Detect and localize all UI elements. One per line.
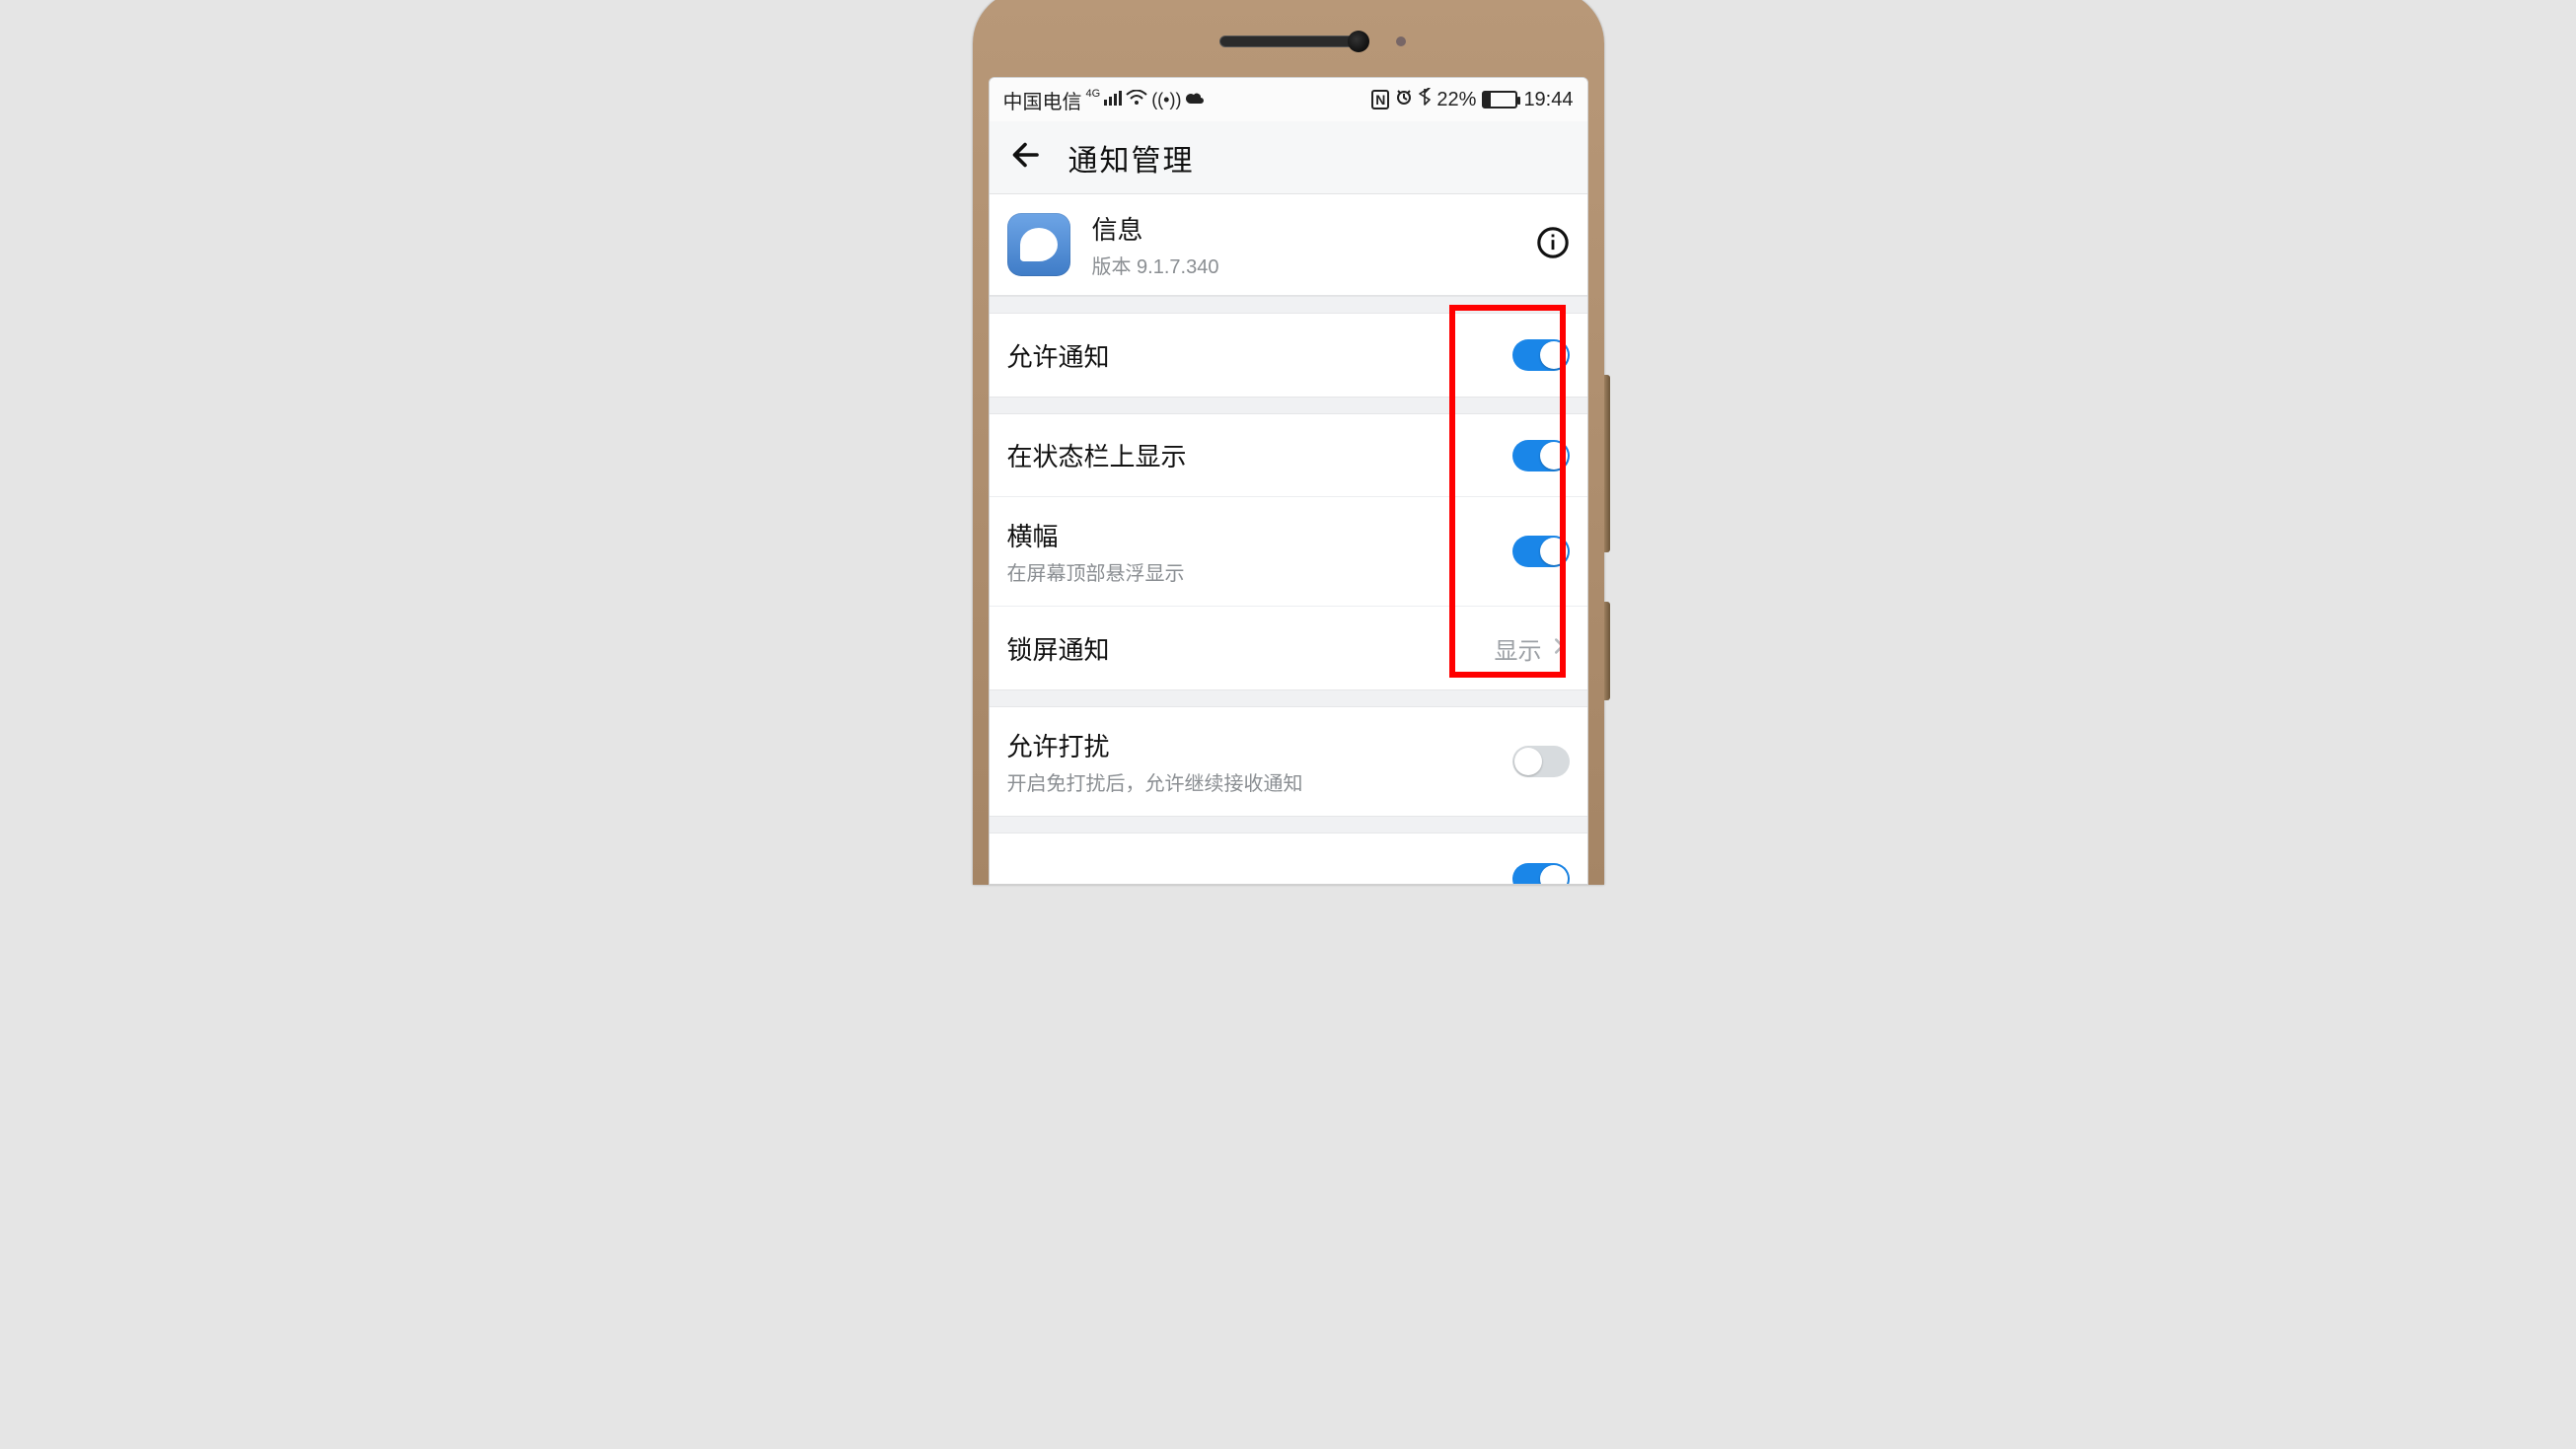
front-camera xyxy=(1348,31,1369,52)
bluetooth-icon xyxy=(1419,88,1431,111)
row-allow-disturb[interactable]: 允许打扰 开启免打扰后，允许继续接收通知 xyxy=(990,707,1587,816)
phone-frame: 中国电信 4G ((•)) N xyxy=(973,0,1604,885)
clock: 19:44 xyxy=(1523,89,1573,111)
banner-label: 横幅 xyxy=(1007,517,1512,553)
row-banner[interactable]: 横幅 在屏幕顶部悬浮显示 xyxy=(990,497,1587,607)
section-gap xyxy=(990,816,1587,833)
wifi-icon xyxy=(1126,89,1147,111)
sensor-dot xyxy=(1396,36,1406,46)
carrier-label: 中国电信 xyxy=(1003,86,1082,114)
page-title: 通知管理 xyxy=(1068,136,1195,180)
alarm-icon xyxy=(1395,88,1413,111)
nfc-icon: N xyxy=(1371,90,1389,109)
section-gap xyxy=(990,689,1587,707)
network-badge: 4G xyxy=(1086,88,1101,100)
status-bar-toggle[interactable] xyxy=(1512,440,1570,471)
row-allow-notifications[interactable]: 允许通知 xyxy=(990,314,1587,397)
lockscreen-label: 锁屏通知 xyxy=(1007,630,1495,667)
row-lockscreen[interactable]: 锁屏通知 显示 xyxy=(990,607,1587,689)
appbar: 通知管理 xyxy=(990,121,1587,194)
volume-button xyxy=(1604,375,1610,552)
allow-disturb-label: 允许打扰 xyxy=(1007,727,1512,763)
power-button xyxy=(1604,602,1610,700)
row-partial[interactable]: x xyxy=(990,833,1587,884)
section-gap xyxy=(990,397,1587,414)
app-header-row[interactable]: 信息 版本 9.1.7.340 xyxy=(990,194,1587,296)
app-icon xyxy=(1007,213,1070,276)
app-name: 信息 xyxy=(1092,210,1219,247)
allow-notify-label: 允许通知 xyxy=(1007,337,1512,374)
info-icon[interactable] xyxy=(1536,226,1570,264)
battery-percent: 22% xyxy=(1436,89,1476,111)
chevron-right-icon xyxy=(1548,635,1570,662)
status-bar-label: 在状态栏上显示 xyxy=(1007,437,1512,473)
battery-icon xyxy=(1482,91,1517,109)
screen: 中国电信 4G ((•)) N xyxy=(989,77,1588,885)
earpiece xyxy=(1219,36,1358,47)
phone-top xyxy=(989,6,1588,77)
allow-disturb-toggle[interactable] xyxy=(1512,746,1570,777)
banner-sub: 在屏幕顶部悬浮显示 xyxy=(1007,557,1512,586)
section-gap xyxy=(990,296,1587,314)
hotspot-icon: ((•)) xyxy=(1151,90,1181,110)
banner-toggle[interactable] xyxy=(1512,536,1570,567)
partial-toggle[interactable] xyxy=(1512,863,1570,886)
allow-notify-toggle[interactable] xyxy=(1512,339,1570,371)
lockscreen-value: 显示 xyxy=(1495,631,1542,666)
app-version: 版本 9.1.7.340 xyxy=(1092,251,1219,279)
back-arrow-icon[interactable] xyxy=(1007,137,1043,178)
cloud-icon xyxy=(1185,89,1205,111)
allow-disturb-sub: 开启免打扰后，允许继续接收通知 xyxy=(1007,767,1512,796)
signal-icon xyxy=(1104,89,1122,111)
statusbar: 中国电信 4G ((•)) N xyxy=(990,78,1587,121)
row-status-bar[interactable]: 在状态栏上显示 xyxy=(990,414,1587,497)
